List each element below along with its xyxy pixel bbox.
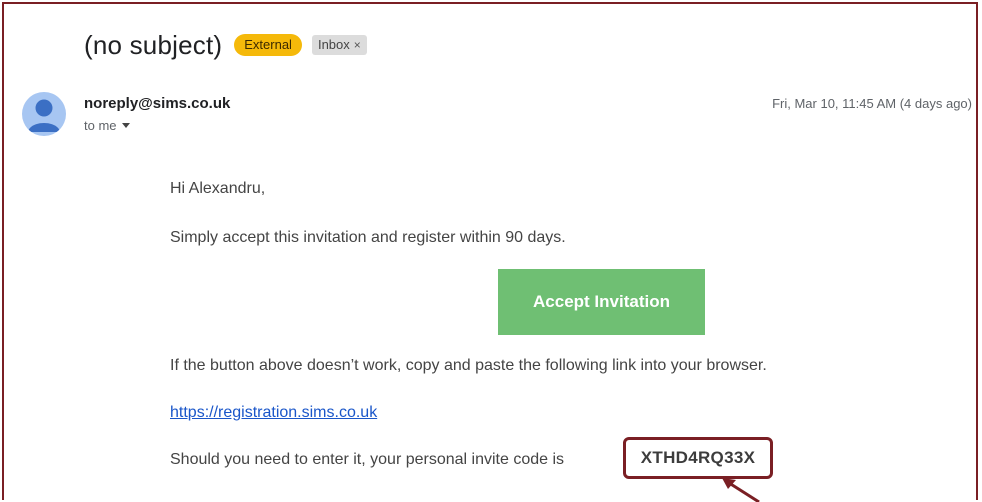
external-label: External [234,34,302,56]
email-subject: (no subject) [84,29,223,60]
avatar[interactable] [22,92,66,136]
arrow-icon [722,478,760,502]
registration-link[interactable]: https://registration.sims.co.uk [170,404,377,422]
inbox-label: Inbox × [311,35,367,55]
sender-address[interactable]: noreply@sims.co.uk [84,95,230,112]
fallback-instructions: If the button above doesn’t work, copy a… [170,357,767,374]
caret-down-icon [121,123,130,128]
person-icon [28,99,60,132]
recipient-label: to me [84,118,117,133]
subject-row: (no subject) External Inbox × [84,28,367,62]
inbox-label-text: Inbox [317,37,350,52]
invite-code-text: Should you need to enter it, your person… [170,451,565,468]
email-date: Fri, Mar 10, 11:45 AM (4 days ago) [772,96,972,111]
email-frame: (no subject) External Inbox × noreply@si… [2,2,978,500]
invite-code: XTHD4RQ33X [640,448,756,467]
greeting: Hi Alexandru, [170,180,266,197]
remove-label-icon[interactable]: × [354,37,361,53]
accept-invitation-button[interactable]: Accept Invitation [498,269,705,335]
recipient-toggle[interactable]: to me [84,118,130,133]
invitation-text: Simply accept this invitation and regist… [170,229,566,246]
